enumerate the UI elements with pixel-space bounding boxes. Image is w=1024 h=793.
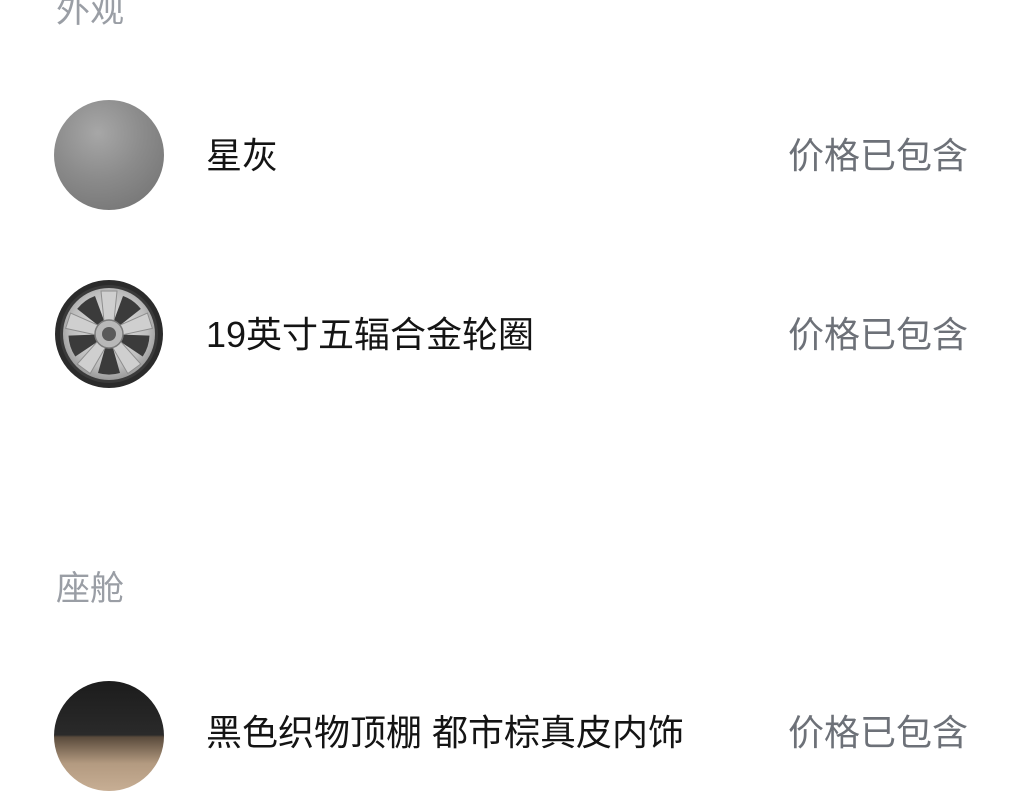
option-price-status: 价格已包含 (787, 135, 968, 176)
option-name: 星灰 (206, 135, 279, 176)
section-title-cabin: 座舱 (56, 570, 124, 608)
option-price-status: 价格已包含 (787, 712, 968, 753)
option-name: 黑色织物顶棚 都市棕真皮内饰 (206, 712, 685, 753)
option-row-interior[interactable]: 黑色织物顶棚 都市棕真皮内饰 价格已包含 (0, 681, 1024, 793)
option-row-wheel[interactable]: 19英寸五辐合金轮圈 价格已包含 (0, 279, 1024, 391)
alloy-wheel-icon (54, 279, 164, 389)
option-name: 19英寸五辐合金轮圈 (206, 314, 535, 355)
interior-color-swatch (54, 681, 164, 791)
section-title-exterior: 外观 (56, 0, 124, 30)
gray-color-swatch (54, 100, 164, 210)
option-price-status: 价格已包含 (787, 314, 968, 355)
option-row-exterior-color[interactable]: 星灰 价格已包含 (0, 100, 1024, 212)
